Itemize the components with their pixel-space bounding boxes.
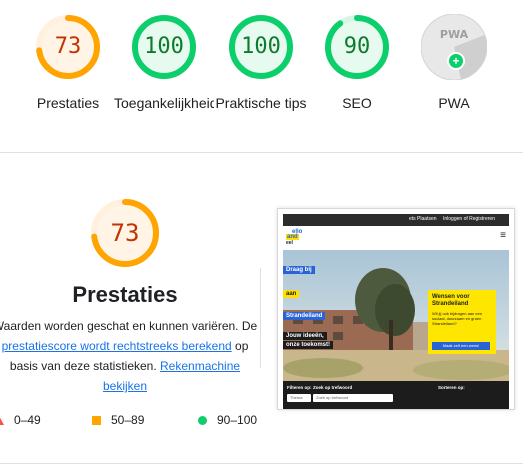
- hamburger-icon: ≡: [500, 230, 506, 241]
- site-hero: Draag bij aan Strandeiland Jouw ideeën, …: [283, 250, 509, 381]
- gauge-ring: 73: [35, 14, 101, 80]
- section-divider: [0, 152, 523, 153]
- average-square-icon: [92, 416, 101, 425]
- gauge-score: 100: [241, 34, 281, 59]
- site-filterbar: Filteren op: Zoek op trefwoord Sorteren …: [283, 381, 509, 409]
- hero-tag: Strandeiland: [283, 312, 326, 320]
- hero-card-body: Wil jij ook bijdragen aan een sociaal, d…: [432, 311, 483, 326]
- vertical-divider: [260, 268, 261, 368]
- pwa-badge: PWA +: [421, 14, 487, 80]
- site-topbar-link: ets Plaatsen: [409, 216, 437, 222]
- gauge-label: Toegankelijkheid: [114, 95, 214, 111]
- legend-fail: 0–49: [0, 412, 41, 428]
- hero-tag: Jouw ideeën,: [283, 332, 327, 340]
- legend-range: 0–49: [14, 413, 41, 427]
- gauge-praktische-tips[interactable]: 100 Praktische tips: [211, 14, 311, 134]
- legend-range: 50–89: [111, 413, 145, 427]
- logo-text: eel: [286, 240, 293, 246]
- search-box: Zoek op trefwoord: [313, 394, 393, 402]
- hero-tag: Draag bij: [283, 266, 315, 274]
- hero-card-title: Wensen voor Strandeiland: [432, 294, 470, 307]
- section-divider: [0, 463, 523, 464]
- legend-average: 50–89: [92, 412, 144, 428]
- gauge-pwa[interactable]: PWA + PWA: [404, 14, 504, 134]
- legend-range: 90–100: [217, 413, 258, 427]
- gauge-ring: 90: [324, 14, 390, 80]
- hero-card: Wensen voor Strandeiland Wil jij ook bij…: [428, 290, 496, 354]
- final-screenshot[interactable]: ets Plaatsen Inloggen of Registreren ell…: [277, 208, 515, 410]
- site-topbar-link: Inloggen of Registreren: [443, 216, 495, 222]
- sort-label: Sorteren op:: [438, 385, 465, 390]
- filter-label: Filteren op:: [287, 385, 312, 390]
- pwa-logo-text: PWA: [439, 28, 469, 41]
- site-navbar: ello and eel ≡: [283, 226, 509, 250]
- performance-description: Waarden worden geschat en kunnen variëre…: [0, 316, 260, 396]
- category-gauges: 73 Prestaties 100 Toegankelijkheid 100 P…: [0, 0, 523, 150]
- performance-title: Prestaties: [72, 282, 178, 307]
- gauge-seo[interactable]: 90 SEO: [307, 14, 407, 134]
- search-label: Zoek op trefwoord: [313, 385, 353, 390]
- pwa-installable-icon: +: [447, 52, 465, 70]
- gauge-ring: 100: [228, 14, 294, 80]
- site-topbar: ets Plaatsen Inloggen of Registreren: [283, 214, 509, 226]
- site-logo: ello and eel: [286, 229, 308, 247]
- gauge-score: 100: [144, 34, 184, 59]
- gauge-label: Praktische tips: [215, 95, 307, 111]
- desc-text: Waarden worden geschat en kunnen variëre…: [0, 319, 258, 333]
- pass-circle-icon: [198, 416, 207, 425]
- gauge-prestaties[interactable]: 73 Prestaties: [18, 14, 118, 134]
- gauge-label: SEO: [342, 95, 372, 111]
- score-calculation-link[interactable]: prestatiescore wordt rechtstreeks bereke…: [2, 339, 232, 353]
- gauge-ring: 100: [131, 14, 197, 80]
- gauge-toegankelijkheid[interactable]: 100 Toegankelijkheid: [114, 14, 214, 134]
- legend-pass: 90–100: [198, 412, 257, 428]
- gauge-score: 90: [343, 34, 371, 59]
- performance-score: 73: [110, 219, 140, 247]
- hero-card-button: Maak zelf een wens!: [432, 342, 490, 350]
- gauge-label: Prestaties: [36, 95, 100, 111]
- hero-tag: aan: [283, 290, 300, 298]
- hero-tag: onze toekomst!: [283, 341, 334, 349]
- theme-select: Thema: [287, 394, 311, 402]
- fail-triangle-icon: [0, 416, 4, 425]
- performance-gauge: 73: [90, 198, 160, 268]
- gauge-score: 73: [54, 34, 82, 59]
- gauge-label: PWA: [438, 95, 470, 111]
